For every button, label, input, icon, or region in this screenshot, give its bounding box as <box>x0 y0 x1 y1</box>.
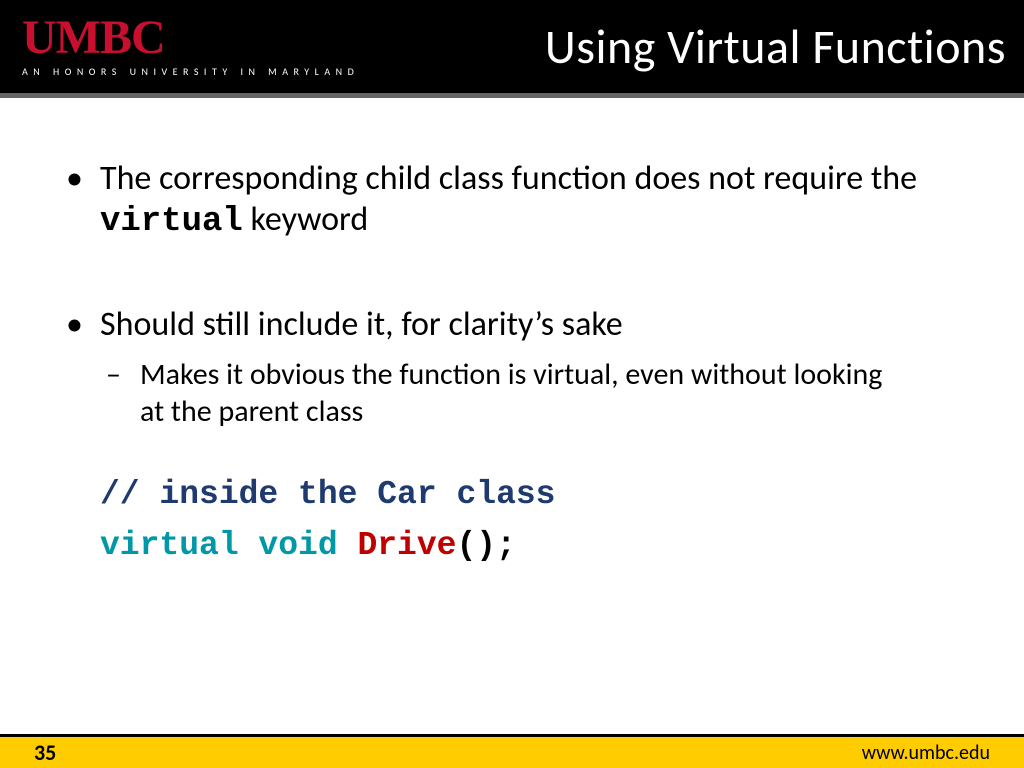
code-tail: (); <box>456 527 515 564</box>
header-bar: UMBC AN HONORS UNIVERSITY IN MARYLAND Us… <box>0 0 1024 93</box>
bullet-1-pre: The corresponding child class function d… <box>100 158 917 199</box>
code-block: // inside the Car class virtual void Dri… <box>100 469 964 571</box>
logo-subtitle: AN HONORS UNIVERSITY IN MARYLAND <box>22 65 359 78</box>
page-title: Using Virtual Functions <box>545 17 1006 76</box>
code-comment-text: // inside the Car class <box>100 476 555 513</box>
logo-block: UMBC AN HONORS UNIVERSITY IN MARYLAND <box>22 15 359 78</box>
bullet-2: Should still include it, for clarity’s s… <box>100 304 964 345</box>
footer-url: www.umbc.edu <box>862 741 990 765</box>
code-fn: Drive <box>357 527 456 564</box>
slide-number: 35 <box>34 739 56 766</box>
footer-bar: 35 www.umbc.edu <box>0 734 1024 768</box>
content-area: The corresponding child class function d… <box>0 98 1024 734</box>
code-comment: // inside the Car class <box>100 469 964 520</box>
bullet-2-sub: Makes it obvious the function is virtual… <box>140 357 964 430</box>
code-keyword: virtual void <box>100 527 357 564</box>
bullet-1: The corresponding child class function d… <box>100 158 964 244</box>
bullet-1-post: keyword <box>243 199 368 240</box>
bullet-1-mono: virtual <box>100 203 243 241</box>
code-decl: virtual void Drive(); <box>100 520 964 571</box>
slide: UMBC AN HONORS UNIVERSITY IN MARYLAND Us… <box>0 0 1024 768</box>
logo-text: UMBC <box>22 15 359 61</box>
